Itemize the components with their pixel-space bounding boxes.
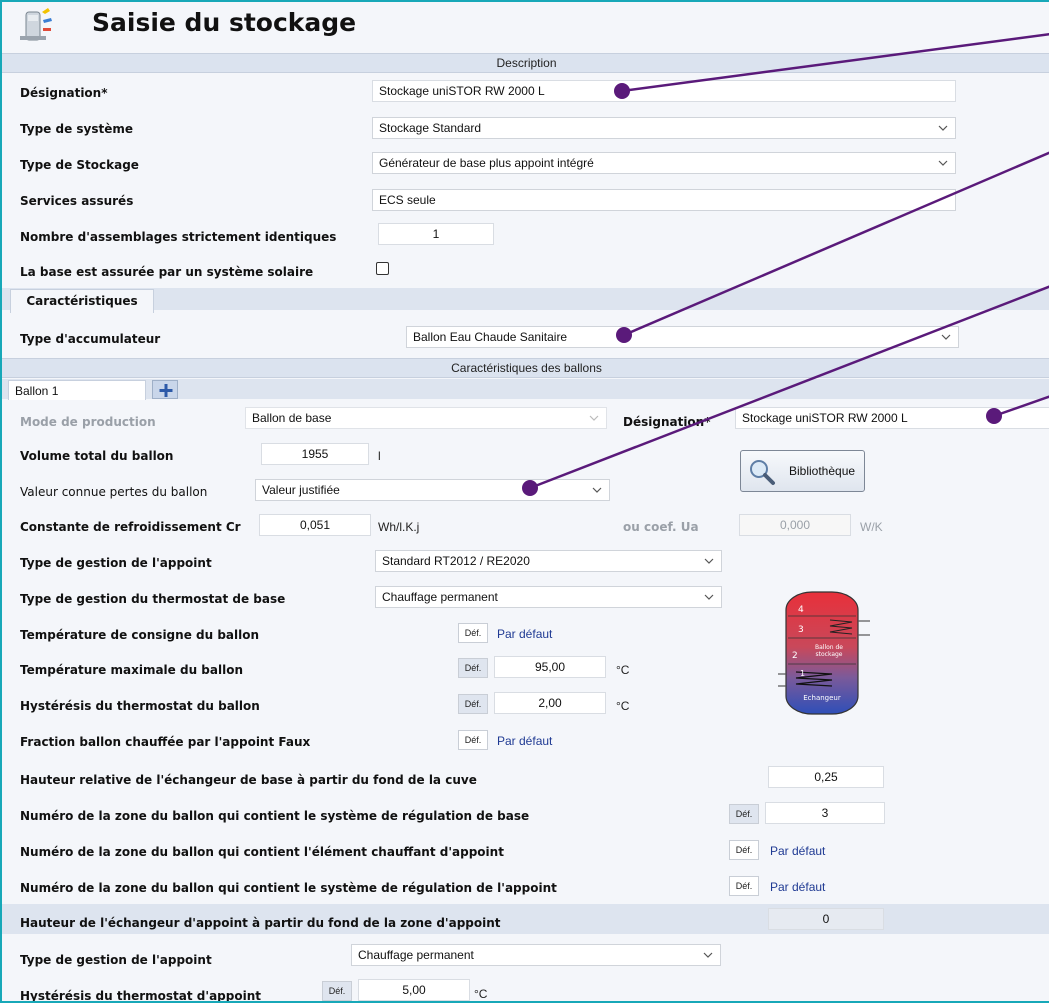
annotation-marker-designation: [614, 83, 630, 99]
annotation-marker-ballon-designation: [986, 408, 1002, 424]
storage-entry-window: Saisie du stockage Description Désignati…: [0, 0, 1049, 1003]
annotation-marker-accumulator: [616, 327, 632, 343]
annotation-arrows: [529, 33, 1049, 490]
annotation-marker-losses: [522, 480, 538, 496]
